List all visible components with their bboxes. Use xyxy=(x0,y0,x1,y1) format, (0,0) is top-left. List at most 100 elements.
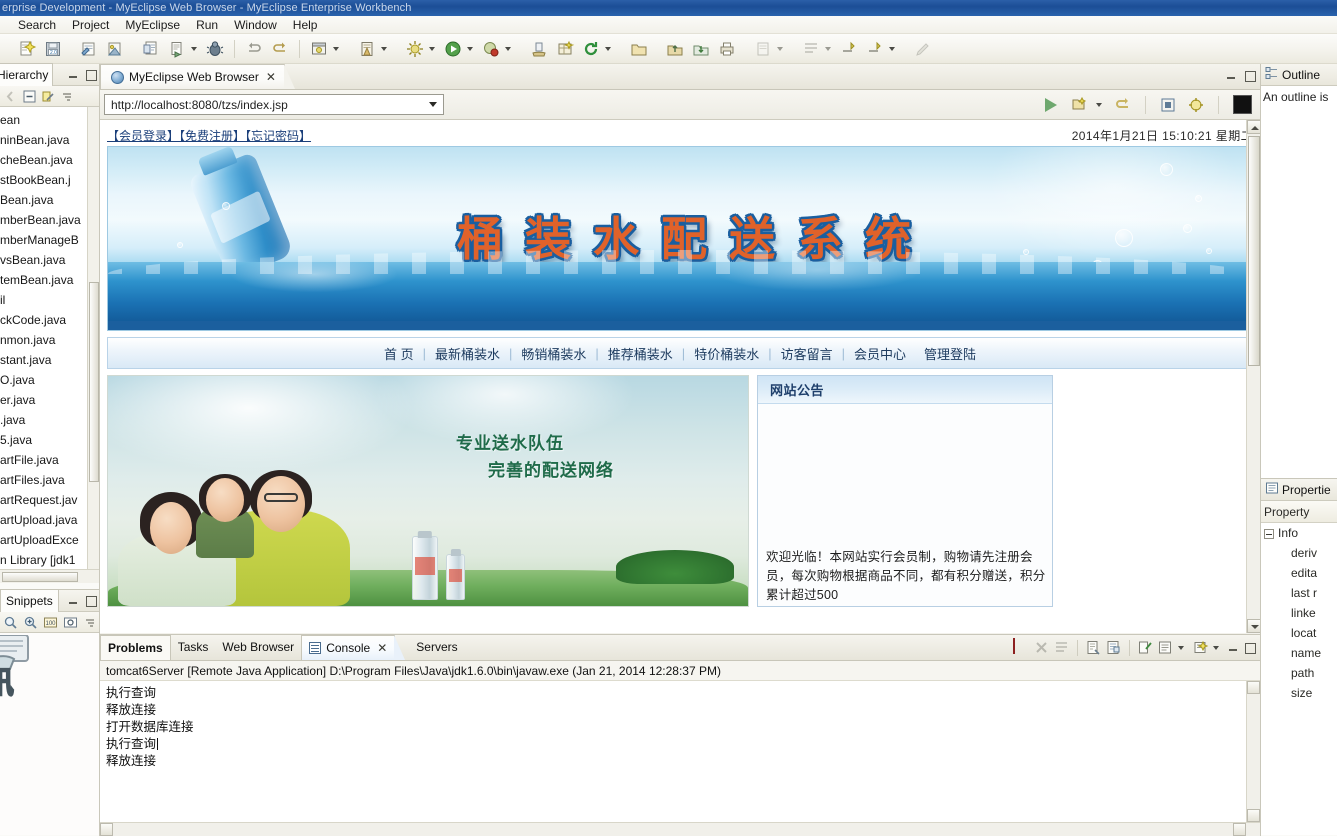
chevron-down-icon[interactable] xyxy=(333,46,339,51)
zoom-out-icon[interactable] xyxy=(3,615,18,630)
open-console-icon[interactable] xyxy=(1192,639,1209,656)
new-folder-icon[interactable] xyxy=(629,39,649,59)
tree-item[interactable]: artFile.java xyxy=(0,450,99,470)
left-tree-vscrollbar[interactable] xyxy=(87,107,99,569)
nav-item-newest[interactable]: 最新桶装水 xyxy=(426,344,509,363)
left-tree-vscroll-thumb[interactable] xyxy=(89,282,99,482)
tab-myeclipse-web-browser[interactable]: MyEclipse Web Browser ✕ xyxy=(100,64,295,89)
deploy-icon[interactable] xyxy=(105,39,125,59)
left-tree-hscrollbar[interactable] xyxy=(0,569,99,583)
tree-item[interactable]: il xyxy=(0,290,99,310)
account-links-text[interactable]: 【会员登录】【免费注册】【忘记密码】 xyxy=(107,129,311,143)
tab-console[interactable]: Console ✕ xyxy=(301,635,406,661)
tab-servers[interactable]: Servers xyxy=(409,635,464,660)
export-icon[interactable] xyxy=(665,39,685,59)
chevron-down-icon[interactable] xyxy=(1178,645,1184,650)
console-vscrollbar[interactable] xyxy=(1246,681,1260,836)
nav-item-guestbook[interactable]: 访客留言 xyxy=(772,344,842,363)
prev-annotation-icon[interactable] xyxy=(839,39,859,59)
go-button[interactable] xyxy=(1041,95,1061,115)
scroll-lock-icon[interactable] xyxy=(1105,639,1122,656)
chevron-down-icon[interactable] xyxy=(429,102,437,107)
view-menu-icon[interactable] xyxy=(60,89,75,104)
refresh-button[interactable] xyxy=(1186,95,1206,115)
tree-item[interactable]: stBookBean.j xyxy=(0,170,99,190)
minimize-icon[interactable] xyxy=(67,594,80,607)
back-icon[interactable] xyxy=(3,89,18,104)
menu-item-help[interactable]: Help xyxy=(285,16,326,34)
tab-problems[interactable]: Problems xyxy=(100,635,171,660)
nav-item-bestselling[interactable]: 畅销桶装水 xyxy=(512,344,595,363)
snippets-body[interactable]: 讯 xyxy=(0,633,99,835)
hierarchy-tree[interactable]: ean ninBean.java cheBean.java stBookBean.j B… xyxy=(0,107,99,569)
chevron-down-icon[interactable] xyxy=(777,46,783,51)
menu-item-run[interactable]: Run xyxy=(188,16,226,34)
property-row[interactable]: deriv xyxy=(1261,543,1337,563)
scroll-up-icon[interactable] xyxy=(1247,681,1260,694)
tree-item[interactable]: cheBean.java xyxy=(0,150,99,170)
tab-tasks[interactable]: Tasks xyxy=(171,635,216,660)
collapse-all-icon[interactable] xyxy=(22,89,37,104)
maximize-icon[interactable] xyxy=(84,594,97,607)
menu-item-search[interactable]: Search xyxy=(10,16,64,34)
property-row[interactable]: last r xyxy=(1261,583,1337,603)
print-icon[interactable] xyxy=(717,39,737,59)
tree-item[interactable]: ean xyxy=(0,110,99,130)
nav-item-member-center[interactable]: 会员中心 xyxy=(845,344,915,363)
scroll-right-icon[interactable] xyxy=(1233,823,1246,836)
maximize-icon[interactable] xyxy=(1243,69,1256,82)
run-external-icon[interactable] xyxy=(481,39,501,59)
tree-item[interactable]: 5.java xyxy=(0,430,99,450)
tab-outline[interactable]: Outline xyxy=(1282,64,1320,86)
fit-page-icon[interactable] xyxy=(63,615,78,630)
perspective-icon[interactable] xyxy=(309,39,329,59)
nav-item-admin-login[interactable]: 管理登陆 xyxy=(915,344,985,363)
nav-item-special-price[interactable]: 特价桶装水 xyxy=(685,344,768,363)
address-bar[interactable]: http://localhost:8080/tzs/index.jsp xyxy=(104,94,444,115)
properties-group-info[interactable]: Info xyxy=(1261,523,1337,543)
forward-nav-icon[interactable] xyxy=(270,39,290,59)
chevron-down-icon[interactable] xyxy=(1096,102,1102,107)
close-icon[interactable]: ✕ xyxy=(377,636,387,661)
tree-item[interactable]: .java xyxy=(0,410,99,430)
minimize-icon[interactable] xyxy=(67,68,80,81)
tree-item[interactable]: temBean.java xyxy=(0,270,99,290)
new-java-class-icon[interactable] xyxy=(529,39,549,59)
nav-item-home[interactable]: 首 页 xyxy=(375,344,423,363)
tree-item[interactable]: stant.java xyxy=(0,350,99,370)
tree-item[interactable]: ninBean.java xyxy=(0,130,99,150)
tree-item[interactable]: n Library [jdk1 xyxy=(0,550,99,569)
open-type-icon[interactable] xyxy=(141,39,161,59)
search-references-icon[interactable] xyxy=(801,39,821,59)
back-button[interactable] xyxy=(1113,95,1133,115)
menu-item-window[interactable]: Window xyxy=(226,16,285,34)
tree-item[interactable]: artUploadExce xyxy=(0,530,99,550)
next-annotation-icon[interactable] xyxy=(865,39,885,59)
maximize-icon[interactable] xyxy=(84,68,97,81)
zoom-100-icon[interactable]: 100 xyxy=(43,615,58,630)
web-page-vscrollbar[interactable] xyxy=(1246,120,1260,633)
minimize-icon[interactable] xyxy=(1227,641,1240,654)
maximize-icon[interactable] xyxy=(1243,641,1256,654)
tree-item[interactable]: nmon.java xyxy=(0,330,99,350)
minimize-icon[interactable] xyxy=(1225,69,1238,82)
open-resource-icon[interactable] xyxy=(753,39,773,59)
tab-properties[interactable]: Propertie xyxy=(1282,479,1331,501)
debug-perspective-icon[interactable] xyxy=(405,39,425,59)
stop-button[interactable] xyxy=(1158,95,1178,115)
scroll-down-icon[interactable] xyxy=(1247,809,1260,822)
run-icon[interactable] xyxy=(443,39,463,59)
property-row[interactable]: path xyxy=(1261,663,1337,683)
nav-item-recommended[interactable]: 推荐桶装水 xyxy=(599,344,682,363)
debug-bug-icon[interactable] xyxy=(205,39,225,59)
tree-item[interactable]: Bean.java xyxy=(0,190,99,210)
chevron-down-icon[interactable] xyxy=(467,46,473,51)
chevron-down-icon[interactable] xyxy=(505,46,511,51)
tree-item[interactable]: mberManageB xyxy=(0,230,99,250)
new-wizard-icon[interactable] xyxy=(17,39,37,59)
save-icon[interactable]: 2.0 xyxy=(43,39,63,59)
property-row[interactable]: edita xyxy=(1261,563,1337,583)
web-page-vscroll-thumb[interactable] xyxy=(1248,136,1260,366)
property-row[interactable]: linke xyxy=(1261,603,1337,623)
tree-item[interactable]: O.java xyxy=(0,370,99,390)
